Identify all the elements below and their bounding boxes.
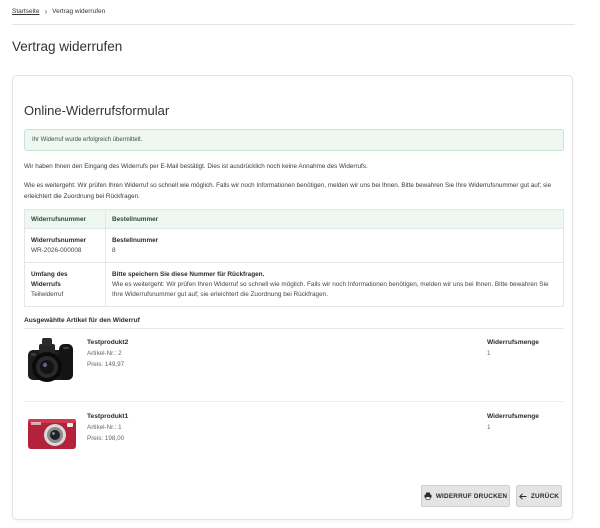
quantity-value: 1 [487, 350, 491, 357]
table-cell: Umfang des Widerrufs Teilwiderruf [24, 262, 106, 307]
order-number: 8 [112, 247, 116, 254]
article-info: Testprodukt2 Artikel-Nr.: 2 Preis: 149,9… [87, 337, 128, 370]
form-title: Online-Widerrufsformular [24, 103, 170, 118]
note-title: Bitte speichern Sie diese Nummer für Rüc… [112, 271, 265, 278]
article-number: Artikel-Nr.: 1 [87, 424, 122, 431]
next-steps-text: Wie es weitergeht: Wir prüfen Ihren Wide… [24, 182, 552, 200]
article-number: Artikel-Nr.: 2 [87, 350, 122, 357]
back-button-label: ZURÜCK [530, 492, 560, 500]
black-camera-image [25, 334, 79, 390]
table-cell: Widerrufsnummer WR-2026-000008 [24, 228, 106, 263]
breadcrumb-home-link[interactable]: Startseite [12, 8, 39, 15]
quantity-label: Widerrufsmenge [487, 339, 539, 346]
printer-icon [424, 492, 432, 500]
table-row: Umfang des Widerrufs Teilwiderruf Bitte … [24, 262, 564, 307]
cell-label: Widerrufsnummer [31, 237, 86, 244]
table-header-row: Widerrufsnummer Bestellnummer [24, 209, 564, 229]
arrow-left-icon [518, 492, 527, 500]
articles-section-title: Ausgewählte Artikel für den Widerruf [24, 317, 140, 324]
table-header-cell: Bestellnummer [105, 209, 564, 229]
article-item: Testprodukt1 Artikel-Nr.: 1 Preis: 198,0… [24, 408, 564, 468]
article-name: Testprodukt2 [87, 339, 129, 346]
chevron-right-icon: › [44, 6, 48, 16]
table-row: Widerrufsnummer WR-2026-000008 Bestellnu… [24, 228, 564, 263]
cell-label: Umfang des Widerrufs [31, 271, 68, 288]
article-price: Preis: 198,00 [87, 435, 125, 442]
quantity-label: Widerrufsmenge [487, 413, 539, 420]
divider [12, 24, 575, 25]
article-quantity: Widerrufsmenge 1 [487, 337, 539, 359]
article-item: Testprodukt2 Artikel-Nr.: 2 Preis: 149,9… [24, 334, 564, 394]
divider [24, 328, 564, 329]
success-alert: Ihr Widerruf wurde erfolgreich übermitte… [24, 129, 564, 151]
article-quantity: Widerrufsmenge 1 [487, 411, 539, 433]
note-text: Wie es weitergeht: Wir prüfen Ihren Wide… [112, 281, 549, 298]
print-button-label: WIDERRUF DRUCKEN [435, 492, 508, 500]
table-header-cell: Widerrufsnummer [24, 209, 106, 229]
article-price: Preis: 149,97 [87, 361, 125, 368]
article-name: Testprodukt1 [87, 413, 129, 420]
cell-label: Bestellnummer [112, 237, 159, 244]
table-cell: Bestellnummer 8 [105, 228, 564, 263]
withdrawal-card: Online-Widerrufsformular Ihr Widerruf wu… [12, 75, 573, 520]
page-title: Vertrag widerrufen [12, 39, 123, 54]
table-cell: Bitte speichern Sie diese Nummer für Rüc… [105, 262, 564, 307]
quantity-value: 1 [487, 424, 491, 431]
breadcrumb: Startseite › Vertrag widerrufen [12, 6, 106, 16]
red-compact-camera-image [25, 408, 79, 464]
divider [24, 401, 564, 402]
withdrawal-number: WR-2026-000008 [31, 247, 82, 254]
withdrawal-info-table: Widerrufsnummer Bestellnummer Widerrufsn… [24, 209, 564, 307]
print-withdrawal-button[interactable]: WIDERRUF DRUCKEN [421, 485, 510, 507]
back-button[interactable]: ZURÜCK [516, 485, 562, 507]
withdrawal-scope: Teilwiderruf [31, 291, 64, 298]
article-info: Testprodukt1 Artikel-Nr.: 1 Preis: 198,0… [87, 411, 128, 444]
breadcrumb-current: Vertrag widerrufen [52, 8, 106, 15]
confirmation-text: Wir haben Ihnen den Eingang des Widerruf… [24, 163, 368, 170]
